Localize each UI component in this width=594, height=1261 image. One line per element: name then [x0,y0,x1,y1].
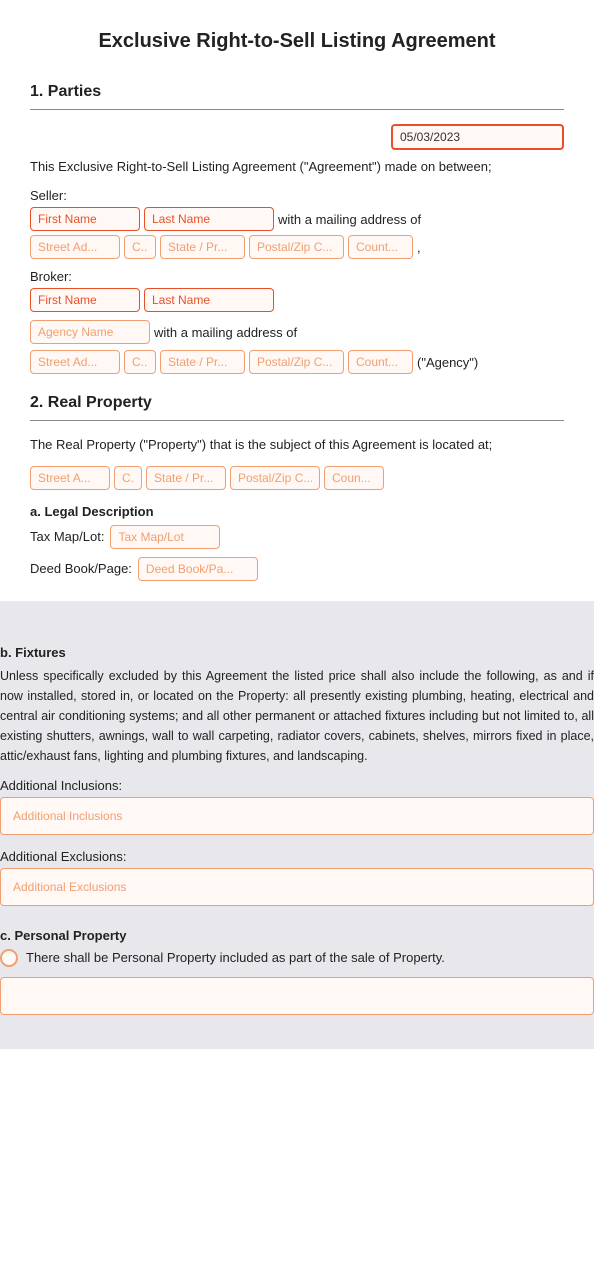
additional-exclusions-label: Additional Exclusions: [0,849,594,864]
deed-book-label: Deed Book/Page: [30,561,132,576]
parties-intro: This Exclusive Right-to-Sell Listing Agr… [30,156,564,178]
broker-postal[interactable] [249,350,344,374]
seller-city[interactable] [124,235,156,259]
broker-last-name[interactable] [144,288,274,312]
personal-property-field[interactable] [0,977,594,1015]
section-real-property: 2. Real Property The Real Property ("Pro… [30,394,564,581]
broker-city[interactable] [124,350,156,374]
parties-header: 1. Parties [30,83,564,101]
deed-book-field[interactable] [138,557,258,581]
prop-country[interactable] [324,466,384,490]
seller-first-name[interactable] [30,207,140,231]
agency-address-text: with a mailing address of [154,325,297,340]
personal-property-header: c. Personal Property [0,928,594,943]
seller-address-text: with a mailing address of [278,212,421,227]
personal-property-radio[interactable] [0,949,18,967]
broker-first-name[interactable] [30,288,140,312]
additional-exclusions-field[interactable] [0,868,594,906]
tax-map-lot-label: Tax Map/Lot: [30,529,104,544]
seller-street[interactable] [30,235,120,259]
seller-state[interactable] [160,235,245,259]
personal-property-text: There shall be Personal Property include… [26,950,445,965]
date-field[interactable] [391,124,564,150]
fixtures-body: Unless specifically excluded by this Agr… [0,666,594,766]
fixtures-header: b. Fixtures [0,645,594,660]
seller-postal[interactable] [249,235,344,259]
legal-description-header: a. Legal Description [30,504,564,519]
seller-country[interactable] [348,235,413,259]
additional-inclusions-field[interactable] [0,797,594,835]
agency-name[interactable] [30,320,150,344]
prop-postal[interactable] [230,466,320,490]
fixtures-section-bg: b. Fixtures Unless specifically excluded… [0,601,594,1049]
broker-street[interactable] [30,350,120,374]
broker-label: Broker: [30,269,564,284]
prop-street[interactable] [30,466,110,490]
tax-map-lot-field[interactable] [110,525,220,549]
real-property-intro: The Real Property ("Property") that is t… [30,435,564,456]
seller-address-comma: , [417,240,421,255]
broker-state[interactable] [160,350,245,374]
page-title: Exclusive Right-to-Sell Listing Agreemen… [30,30,564,53]
seller-label: Seller: [30,188,564,203]
prop-city[interactable] [114,466,142,490]
section-parties: 1. Parties This Exclusive Right-to-Sell … [30,83,564,374]
prop-state[interactable] [146,466,226,490]
real-property-header: 2. Real Property [30,394,564,412]
seller-last-name[interactable] [144,207,274,231]
broker-country[interactable] [348,350,413,374]
agency-suffix: ("Agency") [417,355,478,370]
additional-inclusions-label: Additional Inclusions: [0,778,594,793]
